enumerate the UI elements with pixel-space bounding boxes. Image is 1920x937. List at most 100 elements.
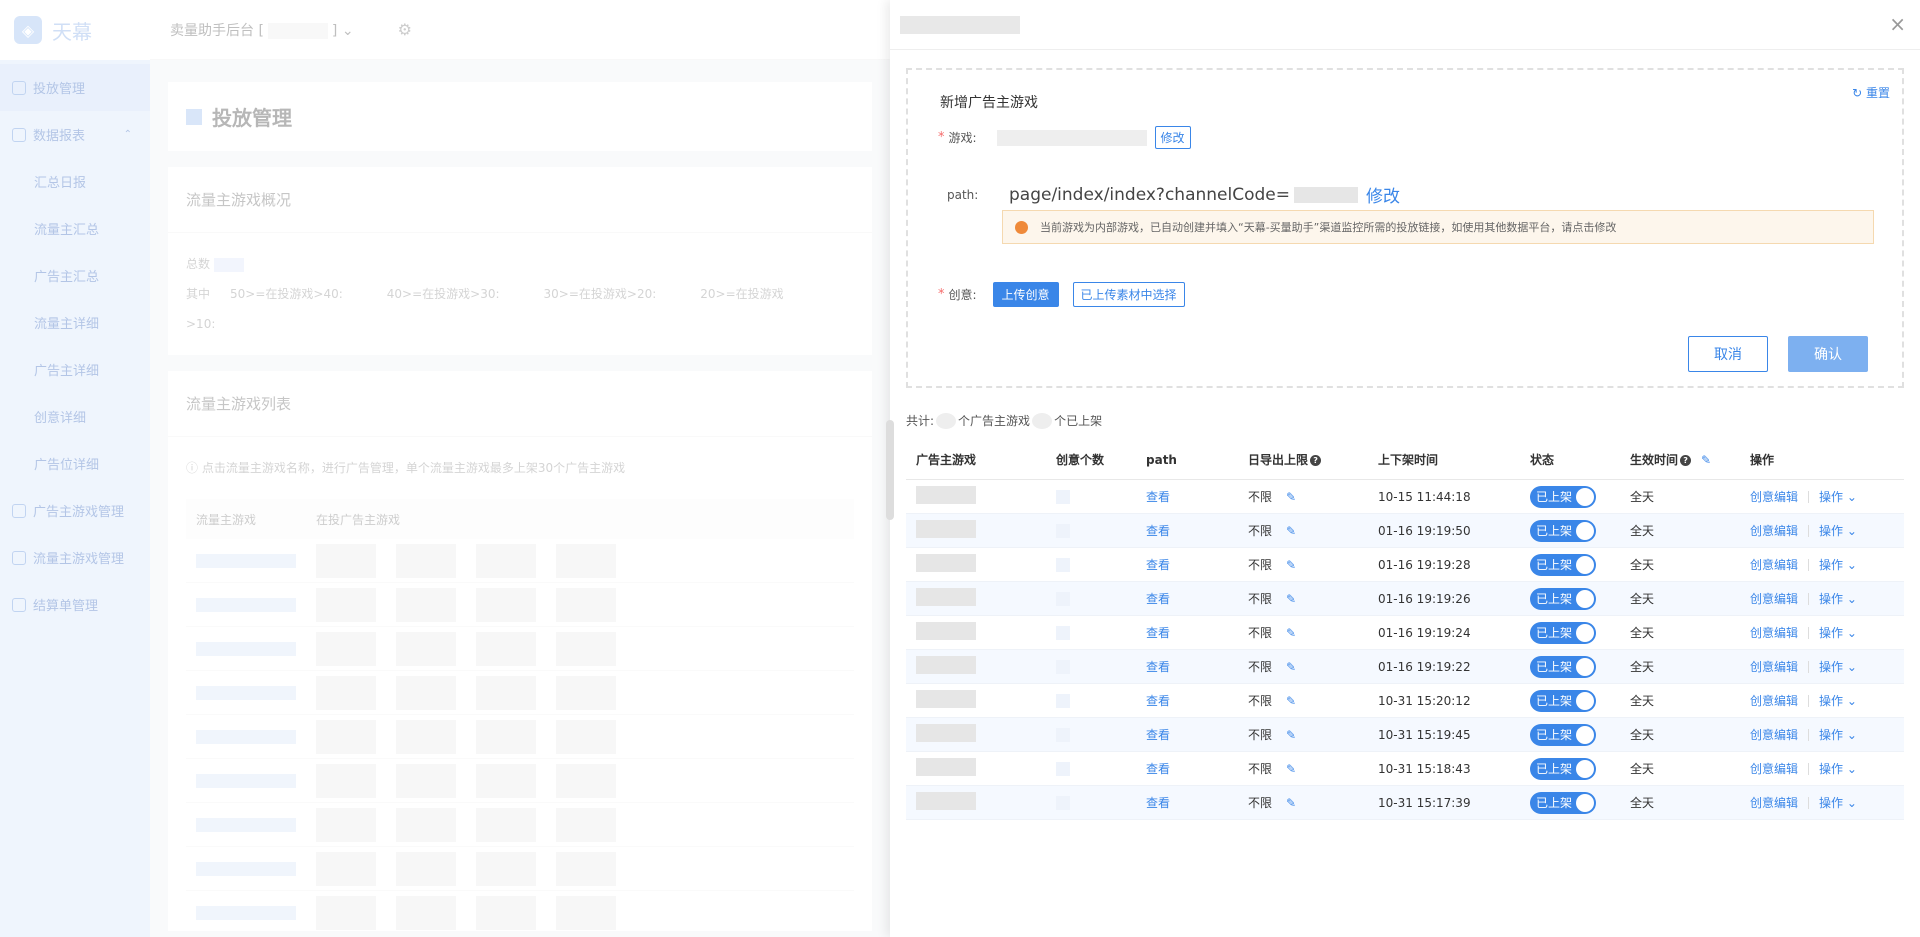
sidebar-item[interactable]: 结算单管理 bbox=[0, 581, 150, 628]
toggle-knob bbox=[1576, 793, 1594, 812]
operation-dropdown[interactable]: 操作 ⌄ bbox=[1819, 590, 1857, 607]
help-icon[interactable]: ? bbox=[1680, 455, 1692, 466]
sidebar-item[interactable]: 汇总日报 bbox=[0, 158, 150, 205]
view-path-link[interactable]: 查看 bbox=[1146, 592, 1170, 606]
sidebar-item[interactable]: 流量主游戏管理 bbox=[0, 534, 150, 581]
daily-limit: 不限 bbox=[1248, 796, 1273, 810]
operation-dropdown[interactable]: 操作 ⌄ bbox=[1819, 658, 1857, 675]
status-label: 已上架 bbox=[1536, 796, 1573, 810]
effective-time: 全天 bbox=[1630, 592, 1655, 606]
sidebar: ◈ 天幕 投放管理 数据报表 ⌃ 汇总日报 流量主汇总 广告主汇总 流量主详细 广告主详细 创意… bbox=[0, 0, 150, 937]
view-path-link[interactable]: 查看 bbox=[1146, 694, 1170, 708]
edit-creative-link[interactable]: 创意编辑 bbox=[1750, 726, 1798, 743]
confirm-button[interactable]: 确认 bbox=[1788, 336, 1868, 372]
status-toggle[interactable]: 已上架 bbox=[1530, 757, 1596, 780]
pencil-icon[interactable]: ✎ bbox=[1286, 626, 1296, 640]
sidebar-item[interactable]: 流量主汇总 bbox=[0, 205, 150, 252]
operation-dropdown[interactable]: 操作 ⌄ bbox=[1819, 726, 1857, 743]
effective-time: 全天 bbox=[1630, 762, 1655, 776]
upload-creative-button[interactable]: 上传创意 bbox=[992, 282, 1059, 307]
reset-button[interactable]: ↻ 重置 bbox=[1852, 84, 1890, 101]
pencil-icon[interactable]: ✎ bbox=[1701, 453, 1711, 467]
list-title: 流量主游戏列表 bbox=[168, 371, 872, 437]
view-path-link[interactable]: 查看 bbox=[1146, 728, 1170, 742]
view-path-link[interactable]: 查看 bbox=[1146, 558, 1170, 572]
daily-limit: 不限 bbox=[1248, 490, 1273, 504]
pencil-icon[interactable]: ✎ bbox=[1286, 796, 1296, 810]
sidebar-item[interactable]: 广告位详细 bbox=[0, 440, 150, 487]
operation-dropdown[interactable]: 操作 ⌄ bbox=[1819, 556, 1857, 573]
edit-creative-link[interactable]: 创意编辑 bbox=[1750, 488, 1798, 505]
sidebar-item[interactable]: 创意详细 bbox=[0, 393, 150, 440]
view-path-link[interactable]: 查看 bbox=[1146, 796, 1170, 810]
operation-dropdown[interactable]: 操作 ⌄ bbox=[1819, 522, 1857, 539]
path-edit-link[interactable]: 修改 bbox=[1366, 182, 1400, 207]
help-icon[interactable]: ? bbox=[1310, 455, 1322, 466]
user-icon bbox=[12, 550, 26, 565]
edit-creative-link[interactable]: 创意编辑 bbox=[1750, 522, 1798, 539]
game-name-redacted bbox=[916, 690, 976, 708]
pencil-icon[interactable]: ✎ bbox=[1286, 694, 1296, 708]
status-toggle[interactable]: 已上架 bbox=[1530, 723, 1596, 746]
view-path-link[interactable]: 查看 bbox=[1146, 490, 1170, 504]
view-path-link[interactable]: 查看 bbox=[1146, 660, 1170, 674]
pencil-icon[interactable]: ✎ bbox=[1286, 490, 1296, 504]
pencil-icon[interactable]: ✎ bbox=[1286, 524, 1296, 538]
choose-uploaded-material-button[interactable]: 已上传素材中选择 bbox=[1072, 282, 1185, 307]
pencil-icon[interactable]: ✎ bbox=[1286, 592, 1296, 606]
drawer-resize-handle[interactable] bbox=[886, 420, 894, 520]
pencil-icon[interactable]: ✎ bbox=[1286, 558, 1296, 572]
status-toggle[interactable]: 已上架 bbox=[1530, 553, 1596, 576]
daily-limit: 不限 bbox=[1248, 728, 1273, 742]
status-toggle[interactable]: 已上架 bbox=[1530, 791, 1596, 814]
list-row-redacted bbox=[186, 803, 854, 847]
top-bar: 卖量助手后台 [] ⌄ ⚙ bbox=[150, 0, 890, 60]
edit-creative-link[interactable]: 创意编辑 bbox=[1750, 692, 1798, 709]
status-toggle[interactable]: 已上架 bbox=[1530, 519, 1596, 542]
sidebar-item[interactable]: 广告主详细 bbox=[0, 346, 150, 393]
status-toggle[interactable]: 已上架 bbox=[1530, 689, 1596, 712]
status-toggle[interactable]: 已上架 bbox=[1530, 587, 1596, 610]
sidebar-item[interactable]: 广告主汇总 bbox=[0, 252, 150, 299]
drawer-header bbox=[890, 0, 1920, 50]
status-toggle[interactable]: 已上架 bbox=[1530, 621, 1596, 644]
list-card: 流量主游戏列表 ⓘ 点击流量主游戏名称，进行广告管理，单个流量主游戏最多上架30… bbox=[168, 371, 872, 935]
edit-creative-link[interactable]: 创意编辑 bbox=[1750, 590, 1798, 607]
view-path-link[interactable]: 查看 bbox=[1146, 626, 1170, 640]
operation-dropdown[interactable]: 操作 ⌄ bbox=[1819, 794, 1857, 811]
warning-icon bbox=[1015, 220, 1028, 234]
edit-creative-link[interactable]: 创意编辑 bbox=[1750, 658, 1798, 675]
column-header: 创意个数 bbox=[1056, 453, 1105, 467]
game-edit-button[interactable]: 修改 bbox=[1154, 126, 1191, 149]
sidebar-item[interactable]: 投放管理 bbox=[0, 64, 150, 111]
sidebar-item[interactable]: 广告主游戏管理 bbox=[0, 487, 150, 534]
table-row: 查看 不限 ✎ 01-16 19:19:22 已上架 全天 创意编辑 操作 ⌄ bbox=[906, 650, 1904, 684]
list-header: 在投广告主游戏 bbox=[316, 512, 401, 527]
pencil-icon[interactable]: ✎ bbox=[1286, 728, 1296, 742]
table-row: 查看 不限 ✎ 01-16 19:19:50 已上架 全天 创意编辑 操作 ⌄ bbox=[906, 514, 1904, 548]
pencil-icon[interactable]: ✎ bbox=[1286, 660, 1296, 674]
main-content: 投放管理 流量主游戏概况 总数 其中 50>=在投游戏>40: 40>=在投游戏>3… bbox=[150, 60, 890, 937]
close-icon[interactable]: × bbox=[1889, 14, 1906, 34]
edit-creative-link[interactable]: 创意编辑 bbox=[1750, 760, 1798, 777]
operation-dropdown[interactable]: 操作 ⌄ bbox=[1819, 624, 1857, 641]
status-toggle[interactable]: 已上架 bbox=[1530, 655, 1596, 678]
status-toggle[interactable]: 已上架 bbox=[1530, 485, 1596, 508]
cancel-button[interactable]: 取消 bbox=[1688, 336, 1768, 372]
gear-icon[interactable]: ⚙ bbox=[398, 20, 412, 39]
view-path-link[interactable]: 查看 bbox=[1146, 762, 1170, 776]
operation-dropdown[interactable]: 操作 ⌄ bbox=[1819, 692, 1857, 709]
operation-dropdown[interactable]: 操作 ⌄ bbox=[1819, 488, 1857, 505]
app-title[interactable]: 卖量助手后台 [] ⌄ bbox=[170, 20, 354, 40]
sidebar-item[interactable]: 流量主详细 bbox=[0, 299, 150, 346]
creative-count-redacted bbox=[1056, 523, 1070, 538]
sidebar-item[interactable]: 数据报表 ⌃ bbox=[0, 111, 150, 158]
edit-creative-link[interactable]: 创意编辑 bbox=[1750, 794, 1798, 811]
edit-creative-link[interactable]: 创意编辑 bbox=[1750, 556, 1798, 573]
edit-creative-link[interactable]: 创意编辑 bbox=[1750, 624, 1798, 641]
list-row-redacted bbox=[186, 539, 854, 583]
operation-dropdown[interactable]: 操作 ⌄ bbox=[1819, 760, 1857, 777]
column-header: path bbox=[1146, 452, 1177, 467]
view-path-link[interactable]: 查看 bbox=[1146, 524, 1170, 538]
pencil-icon[interactable]: ✎ bbox=[1286, 762, 1296, 776]
